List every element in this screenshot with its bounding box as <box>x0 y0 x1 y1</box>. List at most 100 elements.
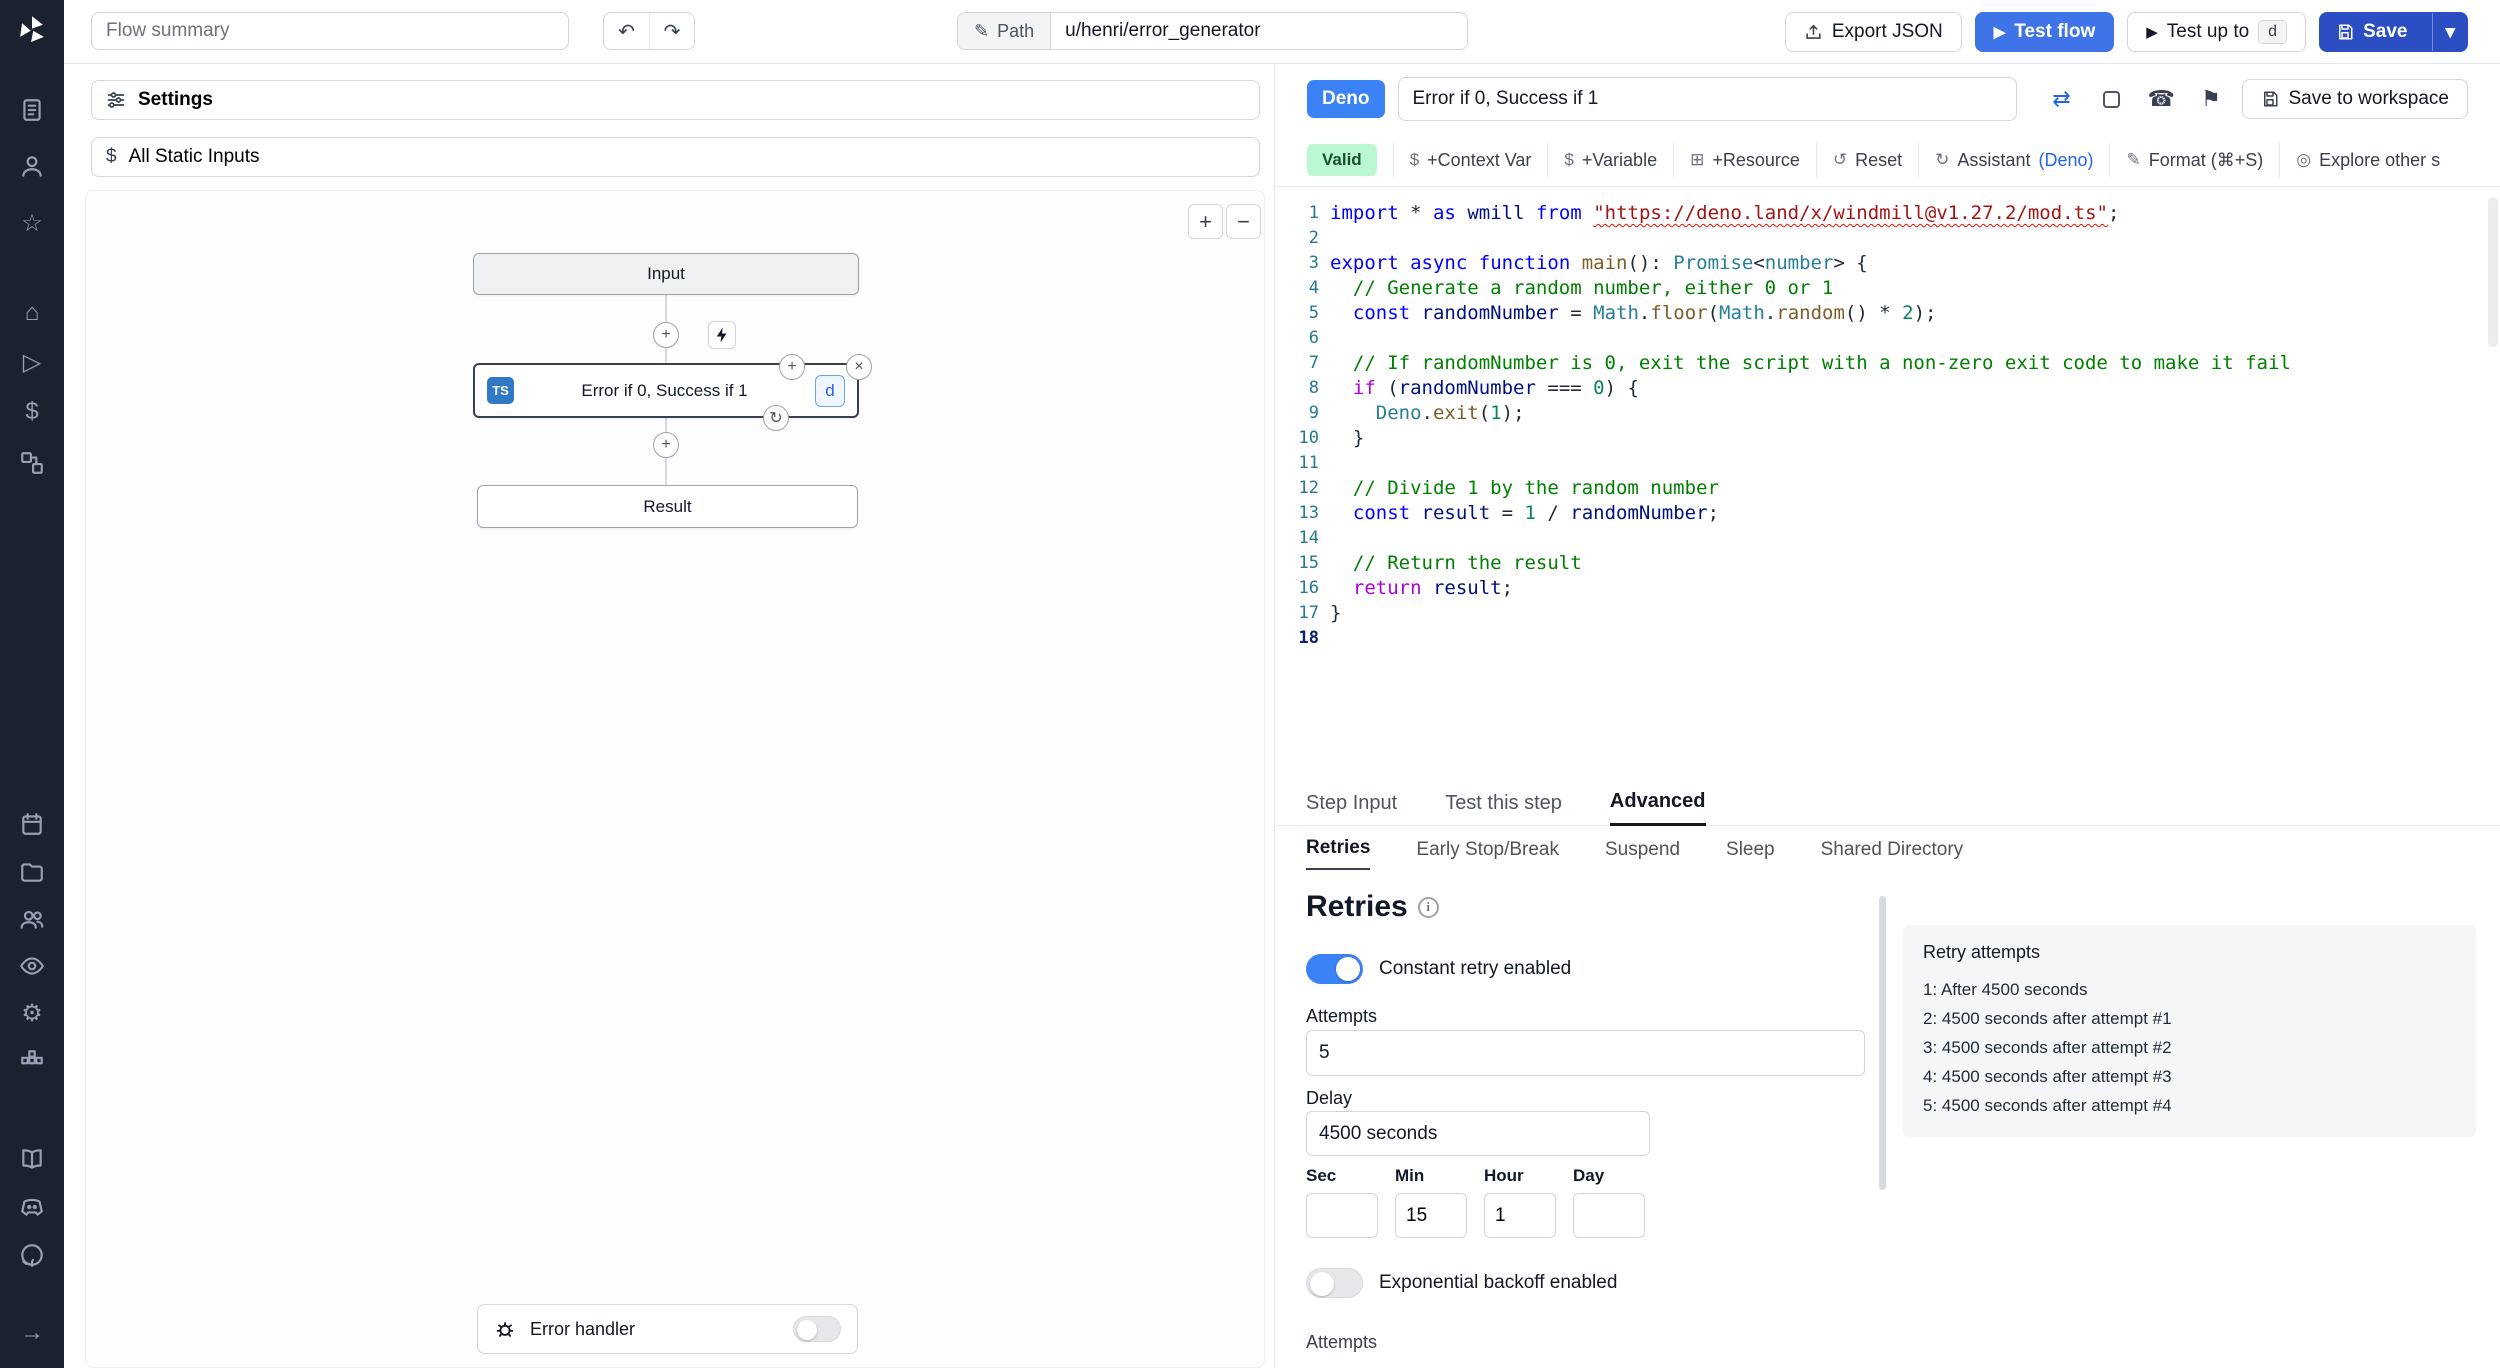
test-flow-button[interactable]: ▶ Test flow <box>1974 12 2115 52</box>
error-handler-toggle[interactable] <box>793 1316 841 1342</box>
save-button[interactable]: Save ▾ <box>2319 12 2468 52</box>
settings-gear-icon[interactable]: ⚙ <box>0 993 64 1033</box>
runs-list-icon[interactable] <box>0 90 64 130</box>
star-icon[interactable]: ☆ <box>0 203 64 243</box>
code-line[interactable]: 8 if (randomNumber === 0) { <box>1275 376 2500 401</box>
code-line[interactable]: 16 return result; <box>1275 576 2500 601</box>
exponential-backoff-row: Exponential backoff enabled <box>1306 1268 1617 1298</box>
code-line[interactable]: 5 const randomNumber = Math.floor(Math.r… <box>1275 301 2500 326</box>
folders-icon[interactable] <box>0 852 64 892</box>
test-up-to-button[interactable]: ▶ Test up to d <box>2127 12 2307 52</box>
code-line[interactable]: 15 // Return the result <box>1275 551 2500 576</box>
code-line[interactable]: 14 <box>1275 526 2500 551</box>
all-static-inputs-button[interactable]: $ All Static Inputs <box>91 137 1260 177</box>
code-line[interactable]: 7 // If randomNumber is 0, exit the scri… <box>1275 351 2500 376</box>
discord-icon[interactable] <box>0 1187 64 1227</box>
line-number: 18 <box>1298 628 1319 648</box>
code-editor[interactable]: 1 import * as wmill from "https://deno.la… <box>1275 187 2500 786</box>
windmill-logo[interactable] <box>0 8 64 52</box>
subtab-shared-directory[interactable]: Shared Directory <box>1821 839 1964 870</box>
home-icon[interactable]: ⌂ <box>0 293 64 333</box>
day-input[interactable] <box>1573 1193 1645 1238</box>
variables-icon[interactable]: $ <box>0 392 64 432</box>
subtab-sleep[interactable]: Sleep <box>1726 839 1775 870</box>
code-line[interactable]: 1 import * as wmill from "https://deno.la… <box>1275 201 2500 226</box>
subtab-suspend[interactable]: Suspend <box>1605 839 1680 870</box>
line-number: 14 <box>1298 528 1319 548</box>
play-icon[interactable]: ▷ <box>0 342 64 382</box>
undo-button[interactable]: ↶ <box>604 13 649 49</box>
tab-step-input[interactable]: Step Input <box>1306 792 1397 825</box>
insert-step-plus-icon[interactable]: + <box>653 432 679 458</box>
insert-step-plus-icon[interactable]: + <box>653 322 679 348</box>
workers-icon[interactable] <box>0 1040 64 1080</box>
docs-book-icon[interactable] <box>0 1139 64 1179</box>
code-line[interactable]: 2 <box>1275 226 2500 251</box>
user-icon[interactable] <box>0 146 64 186</box>
all-static-inputs-label: All Static Inputs <box>128 146 260 167</box>
step-name-input[interactable] <box>1397 77 2018 121</box>
code-line[interactable]: 11 <box>1275 451 2500 476</box>
code-line[interactable]: 10 } <box>1275 426 2500 451</box>
editor-scrollbar[interactable] <box>2488 197 2498 347</box>
code-line[interactable]: 17} <box>1275 601 2500 626</box>
delay-input[interactable] <box>1306 1111 1650 1156</box>
export-json-button[interactable]: Export JSON <box>1784 12 1962 52</box>
fullscreen-square-icon[interactable] <box>2093 80 2130 118</box>
loop-retry-icon[interactable]: ↻ <box>763 405 789 431</box>
tab-test-this-step[interactable]: Test this step <box>1445 792 1562 825</box>
code-line[interactable]: 3 export async function main(): Promise<n… <box>1275 251 2500 276</box>
hour-input[interactable] <box>1484 1193 1556 1238</box>
min-input[interactable] <box>1395 1193 1467 1238</box>
line-number: 16 <box>1298 578 1319 598</box>
redo-button[interactable]: ↷ <box>649 13 694 49</box>
schedules-icon[interactable] <box>0 804 64 844</box>
expand-sidebar-arrow-icon[interactable]: → <box>0 1313 64 1353</box>
format-button[interactable]: ✎ Format (⌘+S) <box>2109 143 2279 177</box>
attempts-label: Attempts <box>1306 1006 1378 1026</box>
save-dropdown-caret[interactable]: ▾ <box>2432 13 2467 51</box>
save-to-workspace-button[interactable]: Save to workspace <box>2242 79 2468 119</box>
subtab-retries[interactable]: Retries <box>1306 837 1371 870</box>
sec-input[interactable] <box>1306 1193 1378 1238</box>
valid-status: Valid <box>1307 143 1393 177</box>
trigger-bolt-icon[interactable] <box>708 321 736 349</box>
flag-icon[interactable]: ⚑ <box>2193 80 2230 118</box>
flow-summary-input[interactable] <box>91 12 569 50</box>
code-line[interactable]: 6 <box>1275 326 2500 351</box>
attempts-input[interactable] <box>1306 1030 1865 1076</box>
undo-redo-group: ↶ ↷ <box>603 12 695 50</box>
result-node[interactable]: Result <box>477 485 858 528</box>
code-line[interactable]: 9 Deno.exit(1); <box>1275 401 2500 426</box>
assistant-button[interactable]: ↻ Assistant (Deno) <box>1918 143 2109 177</box>
subtab-early-stop[interactable]: Early Stop/Break <box>1416 839 1559 870</box>
github-icon[interactable] <box>0 1235 64 1275</box>
code-line[interactable]: 13 const result = 1 / randomNumber; <box>1275 501 2500 526</box>
panel-scrollbar[interactable] <box>1879 896 1886 1190</box>
resources-icon[interactable] <box>0 443 64 483</box>
reset-button[interactable]: ↺ Reset <box>1815 143 1918 177</box>
delete-step-icon[interactable]: × <box>846 354 872 380</box>
code-line[interactable]: 4 // Generate a random number, either 0 … <box>1275 276 2500 301</box>
error-handler-node[interactable]: Error handler <box>477 1304 858 1354</box>
flow-settings-button[interactable]: Settings <box>91 80 1260 120</box>
groups-icon[interactable] <box>0 899 64 939</box>
info-icon[interactable]: i <box>1417 896 1439 918</box>
zoom-in-button[interactable]: + <box>1188 204 1223 239</box>
path-input[interactable] <box>1051 13 1468 49</box>
exponential-backoff-toggle[interactable] <box>1306 1268 1363 1298</box>
audit-eye-icon[interactable] <box>0 946 64 986</box>
zoom-out-button[interactable]: − <box>1226 204 1261 239</box>
add-variable-button[interactable]: $ +Variable <box>1547 143 1673 177</box>
add-branch-plus-icon[interactable]: + <box>779 354 805 380</box>
constant-retry-toggle[interactable] <box>1306 954 1363 984</box>
code-line[interactable]: 18 <box>1275 626 2500 651</box>
add-context-var-button[interactable]: $ +Context Var <box>1392 143 1548 177</box>
tab-advanced[interactable]: Advanced <box>1609 790 1706 826</box>
explore-scripts-button[interactable]: ◎ Explore other s <box>2279 143 2456 177</box>
phone-icon[interactable]: ☎ <box>2143 80 2180 118</box>
input-node[interactable]: Input <box>473 253 859 295</box>
diff-sync-icon[interactable]: ⇄ <box>2043 80 2080 118</box>
add-resource-button[interactable]: ⊞ +Resource <box>1673 143 1816 177</box>
code-line[interactable]: 12 // Divide 1 by the random number <box>1275 476 2500 501</box>
